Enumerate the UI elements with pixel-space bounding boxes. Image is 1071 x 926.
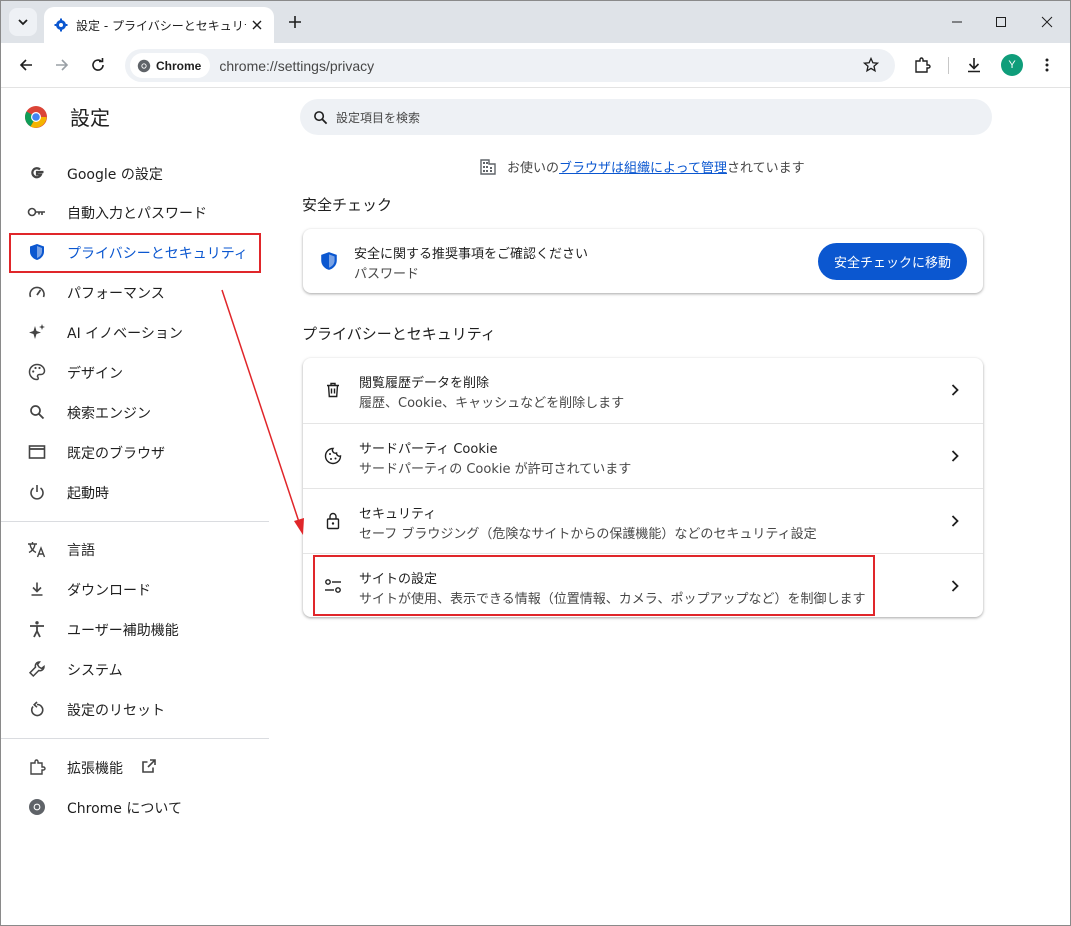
annotation-arrow: [221, 289, 304, 535]
